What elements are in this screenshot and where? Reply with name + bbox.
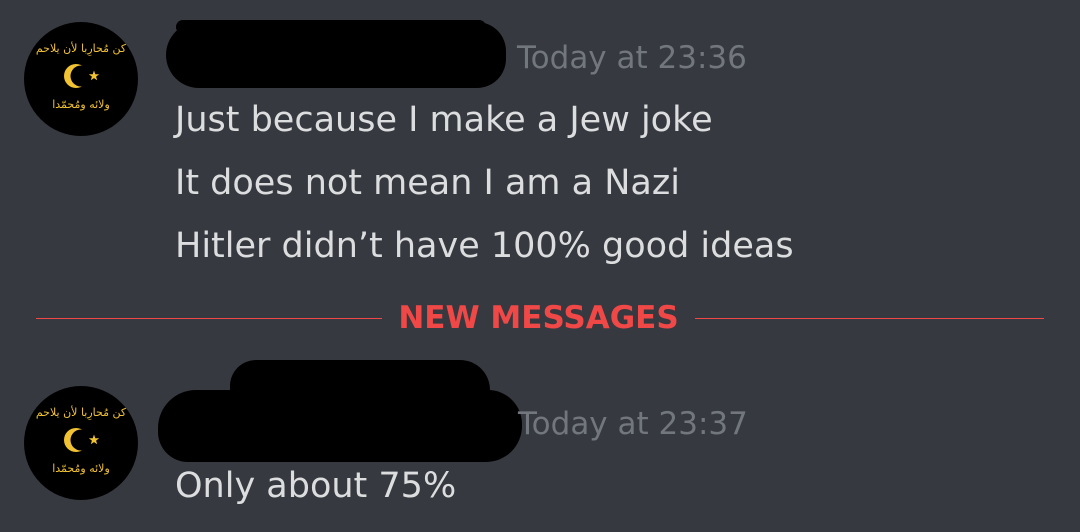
message-timestamp: Today at 23:37 xyxy=(518,406,748,442)
divider-rule-right xyxy=(695,318,1044,319)
avatar-top-text: كن مُحارِبا لأن يلاحم xyxy=(36,405,127,421)
avatar[interactable]: كن مُحارِبا لأن يلاحم ولائه ومُحمّدا xyxy=(24,22,138,136)
divider-rule-left xyxy=(36,318,382,319)
message-group: كن مُحارِبا لأن يلاحم ولائه ومُحمّدا Tod… xyxy=(0,350,1080,532)
message-timestamp: Today at 23:36 xyxy=(517,40,747,76)
message-line: Only about 75% xyxy=(175,466,457,506)
message-line: Just because I make a Jew joke xyxy=(175,100,713,140)
message-group: كن مُحارِبا لأن يلاحم ولائه ومُحمّدا Tod… xyxy=(0,0,1080,290)
avatar-top-text: كن مُحارِبا لأن يلاحم xyxy=(36,41,127,57)
avatar[interactable]: كن مُحارِبا لأن يلاحم ولائه ومُحمّدا xyxy=(24,386,138,500)
redaction-mark xyxy=(230,360,490,410)
avatar-bottom-text: ولائه ومُحمّدا xyxy=(52,462,110,475)
crescent-star-icon: كن مُحارِبا لأن يلاحم ولائه ومُحمّدا xyxy=(36,405,127,475)
crescent-star-icon: كن مُحارِبا لأن يلاحم ولائه ومُحمّدا xyxy=(36,41,127,111)
new-messages-label: NEW MESSAGES xyxy=(398,300,679,336)
message-line: It does not mean I am a Nazi xyxy=(175,163,680,203)
redaction-mark xyxy=(176,20,486,34)
avatar-bottom-text: ولائه ومُحمّدا xyxy=(52,98,110,111)
message-line: Hitler didn’t have 100% good ideas xyxy=(175,226,794,266)
chat-view: كن مُحارِبا لأن يلاحم ولائه ومُحمّدا Tod… xyxy=(0,0,1080,532)
new-messages-divider: NEW MESSAGES xyxy=(36,300,1044,340)
